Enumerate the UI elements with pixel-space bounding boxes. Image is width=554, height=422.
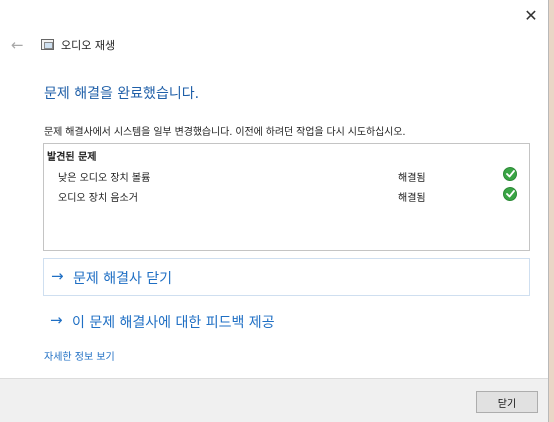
- problem-status: 해결됨: [398, 193, 426, 204]
- troubleshooter-window: ✕ ← 오디오 재생 문제 해결을 완료했습니다. 문제 해결사에서 시스템을 …: [0, 0, 549, 422]
- problem-name: 낮은 오디오 장치 볼륨: [58, 173, 151, 184]
- page-description: 문제 해결사에서 시스템을 일부 변경했습니다. 이전에 하려던 작업을 다시 …: [44, 127, 406, 138]
- problems-panel: 발견된 문제 낮은 오디오 장치 볼륨 해결됨 오디오 장치 음소거 해결됨: [43, 143, 530, 251]
- problem-row: 오디오 장치 음소거 해결됨: [44, 187, 529, 205]
- page-heading: 문제 해결을 완료했습니다.: [44, 86, 200, 102]
- check-mark-icon: [505, 170, 515, 178]
- close-troubleshooter-label: 문제 해결사 닫기: [73, 271, 173, 287]
- check-circle-icon: [503, 167, 517, 181]
- check-mark-icon: [505, 190, 515, 198]
- arrow-right-icon: →: [50, 311, 63, 329]
- close-button[interactable]: 닫기: [476, 391, 538, 413]
- problem-row: 낮은 오디오 장치 볼륨 해결됨: [44, 167, 529, 185]
- close-troubleshooter-link[interactable]: → 문제 해결사 닫기: [43, 258, 530, 296]
- window-title: 오디오 재생: [61, 39, 116, 52]
- footer-bar: 닫기: [0, 378, 548, 422]
- problems-header: 발견된 문제: [47, 152, 97, 163]
- back-arrow-icon[interactable]: ←: [11, 36, 24, 54]
- details-link[interactable]: 자세한 정보 보기: [44, 348, 115, 363]
- feedback-label: 이 문제 해결사에 대한 피드백 제공: [72, 315, 275, 331]
- check-circle-icon: [503, 187, 517, 201]
- problem-status: 해결됨: [398, 173, 426, 184]
- feedback-link[interactable]: → 이 문제 해결사에 대한 피드백 제공: [43, 305, 530, 335]
- troubleshooter-icon: [41, 39, 54, 50]
- close-icon[interactable]: ✕: [520, 4, 542, 26]
- title-bar: ✕: [0, 0, 548, 30]
- arrow-right-icon: →: [51, 267, 64, 285]
- problem-name: 오디오 장치 음소거: [58, 193, 138, 204]
- nav-bar: ← 오디오 재생: [0, 30, 548, 60]
